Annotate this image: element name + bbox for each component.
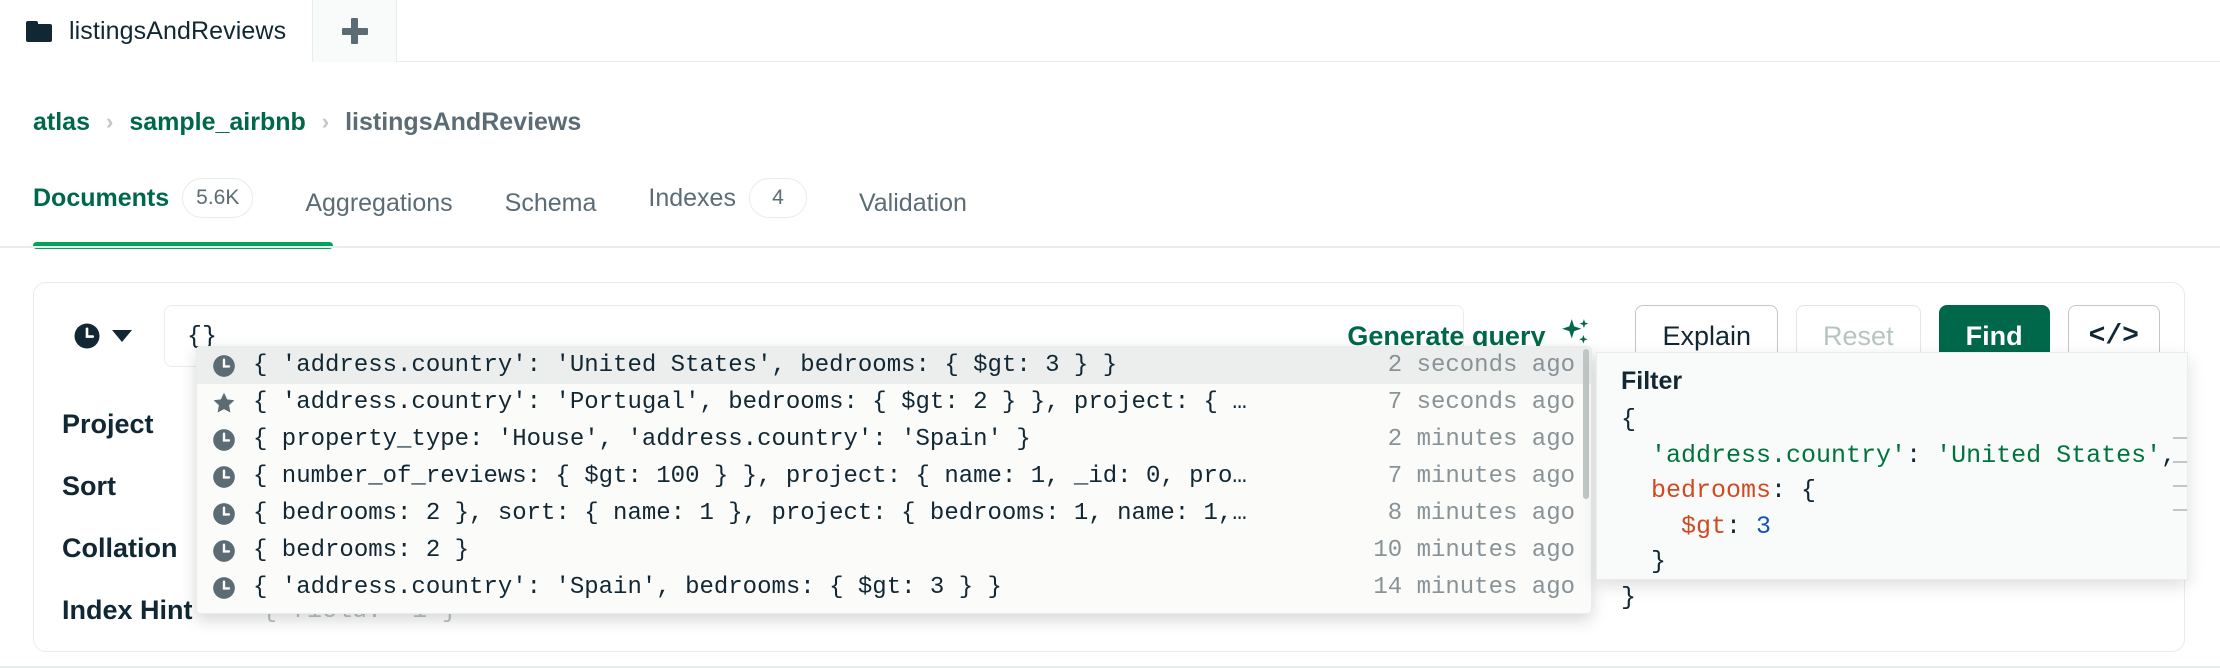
history-row-timestamp: 2 minutes ago <box>1387 426 1575 453</box>
chevron-right-icon: › <box>321 108 330 134</box>
filter-preview-line: { <box>1621 402 2187 438</box>
preview-scroll-marks <box>2173 415 2187 565</box>
filter-preview-line: bedrooms: { <box>1621 473 2187 509</box>
code-token: 'United States' <box>1936 440 2162 470</box>
code-token: $gt <box>1681 511 1727 541</box>
dropdown-scrollbar[interactable] <box>1583 349 1589 499</box>
plus-icon <box>341 18 368 44</box>
filter-preview-line: 'address.country': 'United States', <box>1621 438 2187 474</box>
clock-icon <box>211 427 237 453</box>
tab-documents[interactable]: Documents 5.6K <box>33 178 279 236</box>
clock-icon <box>211 575 237 601</box>
history-row[interactable]: { 'address.country': 'United States', be… <box>197 347 1591 384</box>
collection-tab[interactable]: listingsAndReviews <box>0 0 313 62</box>
tab-aggregations-label: Aggregations <box>305 189 453 217</box>
code-token: : <box>1726 511 1757 541</box>
history-row[interactable]: { property_type: 'House', 'address.count… <box>197 421 1591 458</box>
star-icon <box>211 390 237 416</box>
chevron-down-icon <box>112 330 132 342</box>
history-row[interactable]: { number_of_reviews: { $gt: 100 } }, pro… <box>197 458 1591 495</box>
history-row-query: { 'address.country': 'Portugal', bedroom… <box>253 389 1247 416</box>
explain-label: Explain <box>1662 320 1752 351</box>
tab-indexes[interactable]: Indexes 4 <box>622 178 833 236</box>
history-row-timestamp: 8 minutes ago <box>1387 500 1575 527</box>
filter-preview-line: } <box>1621 544 2187 580</box>
filter-preview-line: } <box>1621 580 2187 616</box>
history-row-timestamp: 10 minutes ago <box>1373 537 1575 564</box>
filter-preview-title: Filter <box>1621 367 1683 395</box>
code-token: 3 <box>1756 511 1772 541</box>
code-brackets-icon: </> <box>2088 320 2139 352</box>
tab-validation-label: Validation <box>858 189 967 217</box>
code-token: bedrooms <box>1651 476 1772 505</box>
collection-tab-strip: listingsAndReviews <box>0 0 2220 62</box>
history-row[interactable]: { 'address.country': 'Spain', bedrooms: … <box>197 569 1591 606</box>
history-row[interactable]: { bedrooms: 2 } 10 minutes ago <box>197 532 1591 569</box>
reset-label: Reset <box>1823 320 1894 351</box>
tab-strip-filler <box>397 0 2220 61</box>
query-history-dropdown[interactable]: { 'address.country': 'United States', be… <box>196 346 1592 614</box>
clock-icon <box>72 321 102 351</box>
breadcrumb-item-collection: listingsAndReviews <box>345 108 582 136</box>
chevron-right-icon: › <box>105 108 114 134</box>
code-token: { <box>1621 405 1637 434</box>
clock-icon <box>211 501 237 527</box>
query-history-button[interactable] <box>62 315 142 357</box>
history-row-query: { number_of_reviews: { $gt: 100 } }, pro… <box>253 463 1247 490</box>
history-row-timestamp: 7 seconds ago <box>1387 389 1575 416</box>
filter-preview-line: $gt: 3 <box>1621 509 2187 545</box>
code-token: , <box>2161 440 2177 470</box>
tab-validation[interactable]: Validation <box>833 189 993 236</box>
code-token: : { <box>1771 476 1817 505</box>
clock-icon <box>211 538 237 564</box>
history-row-timestamp: 14 minutes ago <box>1373 574 1575 601</box>
history-row-query: { bedrooms: 2 } <box>253 537 470 564</box>
tab-aggregations[interactable]: Aggregations <box>279 189 478 236</box>
breadcrumb-item-atlas[interactable]: atlas <box>33 108 90 137</box>
filter-preview-code: { 'address.country': 'United States', be… <box>1597 400 2187 615</box>
clock-icon <box>211 353 237 379</box>
filter-preview-popover: Filter { 'address.country': 'United Stat… <box>1596 352 2188 612</box>
collection-tabs: Documents 5.6K Aggregations Schema Index… <box>33 178 993 236</box>
code-token: 'address.country' <box>1651 440 1907 470</box>
tab-schema-label: Schema <box>504 189 597 217</box>
history-row-query: { 'address.country': 'United States', be… <box>253 352 1118 379</box>
clock-icon <box>211 464 237 490</box>
history-row-timestamp: 2 seconds ago <box>1387 352 1575 379</box>
history-row[interactable]: { 'address.country': 'Portugal', bedroom… <box>197 384 1591 421</box>
history-row[interactable]: { bedrooms: 2 }, sort: { name: 1 }, proj… <box>197 495 1591 532</box>
app-root: listingsAndReviews atlas › sample_airbnb… <box>0 0 2220 668</box>
find-label: Find <box>1965 320 2023 351</box>
folder-icon <box>26 20 52 42</box>
code-token: } <box>1621 582 1637 612</box>
history-row-query: { 'address.country': 'Spain', bedrooms: … <box>253 574 1002 601</box>
history-row-query: { bedrooms: 2 }, sort: { name: 1 }, proj… <box>253 500 1247 527</box>
new-tab-button[interactable] <box>312 0 398 62</box>
tab-documents-count: 5.6K <box>182 178 254 218</box>
collection-tab-label: listingsAndReviews <box>69 16 287 45</box>
tab-indexes-label: Indexes <box>648 183 736 212</box>
tab-documents-label: Documents <box>33 183 170 212</box>
code-token: } <box>1621 547 1667 576</box>
tab-indexes-count: 4 <box>748 178 807 218</box>
history-row-timestamp: 7 minutes ago <box>1387 463 1575 490</box>
tab-schema[interactable]: Schema <box>479 189 623 236</box>
breadcrumb: atlas › sample_airbnb › listingsAndRevie… <box>33 108 581 137</box>
breadcrumb-item-database[interactable]: sample_airbnb <box>129 108 305 137</box>
tabs-divider <box>0 246 2220 248</box>
history-row-query: { property_type: 'House', 'address.count… <box>253 426 1031 453</box>
code-token: : <box>1906 440 1937 470</box>
